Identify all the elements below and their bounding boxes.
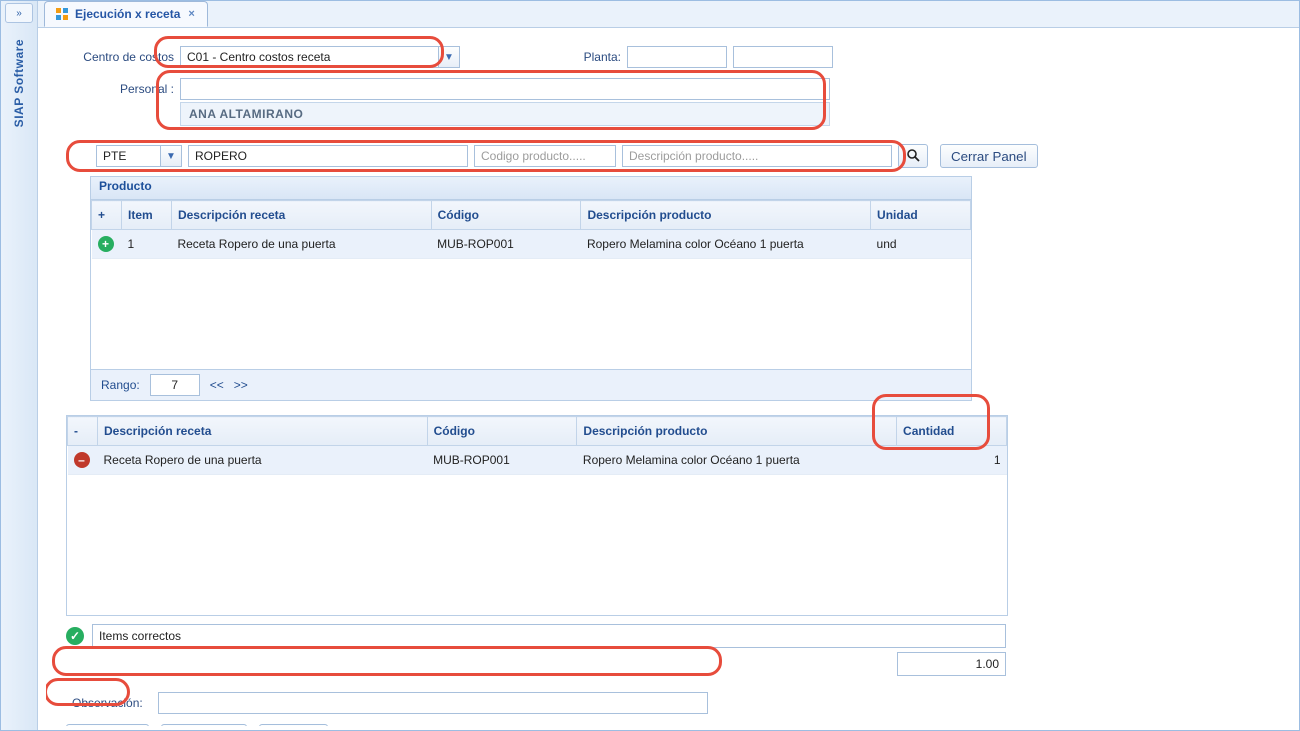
remove-row-button[interactable]: – [74, 452, 90, 468]
expand-side-button[interactable]: » [5, 3, 33, 23]
producto-panel-title: Producto [91, 177, 971, 200]
col-desc-receta: Descripción receta [97, 417, 427, 446]
producto-pager: Rango: << >> [91, 369, 971, 400]
producto-panel: Producto + Item Descripción receta Códig… [90, 176, 972, 401]
main-column: Ejecución x receta × Centro de costos ▼ … [38, 1, 1299, 730]
personal-input[interactable] [180, 78, 830, 100]
col-desc-prod: Descripción producto [581, 201, 871, 230]
centro-costos-input[interactable] [180, 46, 460, 68]
rango-label: Rango: [101, 378, 140, 392]
personal-suggestion[interactable]: ANA ALTAMIRANO [180, 102, 830, 126]
tipo-combo[interactable]: ▼ [96, 145, 182, 167]
codigo-search-input[interactable] [474, 145, 616, 167]
personal-wrapper: ANA ALTAMIRANO [180, 78, 830, 126]
receta-input[interactable] [188, 145, 468, 167]
tab-strip: Ejecución x receta × [38, 1, 1299, 28]
total-value: 1.00 [897, 652, 1006, 676]
col-codigo: Código [427, 417, 577, 446]
search-icon [906, 148, 920, 165]
col-desc-receta: Descripción receta [171, 201, 431, 230]
side-gutter: » SIAP Software [1, 1, 38, 730]
status-message: Items correctos [92, 624, 1006, 648]
total-row: 1.00 [66, 652, 1006, 676]
cell-desc-receta: Receta Ropero de una puerta [97, 446, 427, 475]
planta-label: Planta: [576, 50, 621, 64]
col-unidad: Unidad [871, 201, 971, 230]
row-personal: Personal : ANA ALTAMIRANO [66, 78, 1271, 126]
chevron-down-icon[interactable]: ▼ [160, 146, 181, 166]
descripcion-search-input[interactable] [622, 145, 892, 167]
producto-grid: + Item Descripción receta Código Descrip… [91, 200, 971, 259]
cell-item: 1 [121, 230, 171, 259]
app-root: » SIAP Software Ejecución x receta × Cen… [0, 0, 1300, 731]
cell-unidad: und [871, 230, 971, 259]
cart-grid: - Descripción receta Código Descripción … [67, 416, 1007, 475]
producto-row[interactable]: + 1 Receta Ropero de una puerta MUB-ROP0… [92, 230, 971, 259]
check-icon [66, 627, 84, 645]
tab-ejecucion-receta[interactable]: Ejecución x receta × [44, 1, 208, 27]
row-observacion: Observación: [66, 692, 1271, 714]
grabar-button[interactable]: Grabar [66, 724, 149, 726]
pager-next-button[interactable]: >> [234, 378, 248, 392]
cell-cantidad[interactable]: 1 [897, 446, 1007, 475]
form-panel: Centro de costos ▼ Planta: Personal : AN… [46, 36, 1291, 726]
producto-grid-header: + Item Descripción receta Código Descrip… [92, 201, 971, 230]
personal-label: Personal : [66, 78, 174, 96]
salir-button[interactable]: Salir [259, 724, 328, 726]
cart-grid-header: - Descripción receta Código Descripción … [68, 417, 1007, 446]
col-plus: + [92, 201, 122, 230]
observacion-label: Observación: [66, 696, 152, 710]
chevron-down-icon[interactable]: ▼ [438, 47, 459, 67]
planta-input-2[interactable] [733, 46, 833, 68]
cell-desc-prod: Ropero Melamina color Océano 1 puerta [581, 230, 871, 259]
cell-codigo: MUB-ROP001 [431, 230, 581, 259]
col-minus: - [68, 417, 98, 446]
col-desc-prod: Descripción producto [577, 417, 897, 446]
cell-codigo: MUB-ROP001 [427, 446, 577, 475]
add-row-button[interactable]: + [98, 236, 114, 252]
centro-costos-combo[interactable]: ▼ [180, 46, 460, 68]
row-search: ▼ Cerrar Panel [66, 144, 1271, 168]
cart-row[interactable]: – Receta Ropero de una puerta MUB-ROP001… [68, 446, 1007, 475]
cart-panel: - Descripción receta Código Descripción … [66, 415, 1008, 616]
status-row: Items correctos [66, 624, 1006, 648]
side-app-label[interactable]: SIAP Software [12, 39, 26, 127]
close-icon[interactable]: × [186, 8, 196, 20]
cell-desc-receta: Receta Ropero de una puerta [171, 230, 431, 259]
col-item: Item [121, 201, 171, 230]
chevron-right-double-icon: » [16, 8, 22, 19]
search-button[interactable] [898, 144, 928, 168]
limpiar-button[interactable]: Limpiar [161, 724, 247, 726]
pager-prev-button[interactable]: << [210, 378, 224, 392]
centro-costos-label: Centro de costos [66, 50, 174, 64]
rango-input[interactable] [150, 374, 200, 396]
col-codigo: Código [431, 201, 581, 230]
cell-desc-prod: Ropero Melamina color Océano 1 puerta [577, 446, 897, 475]
planta-input-1[interactable] [627, 46, 727, 68]
footer-toolbar: Grabar Limpiar Salir [66, 724, 1271, 726]
observacion-input[interactable] [158, 692, 708, 714]
cerrar-panel-button[interactable]: Cerrar Panel [940, 144, 1038, 168]
tab-label: Ejecución x receta [75, 7, 180, 21]
recipe-icon [55, 7, 69, 21]
col-cantidad: Cantidad [897, 417, 1007, 446]
row-centro-planta: Centro de costos ▼ Planta: [66, 46, 1271, 68]
